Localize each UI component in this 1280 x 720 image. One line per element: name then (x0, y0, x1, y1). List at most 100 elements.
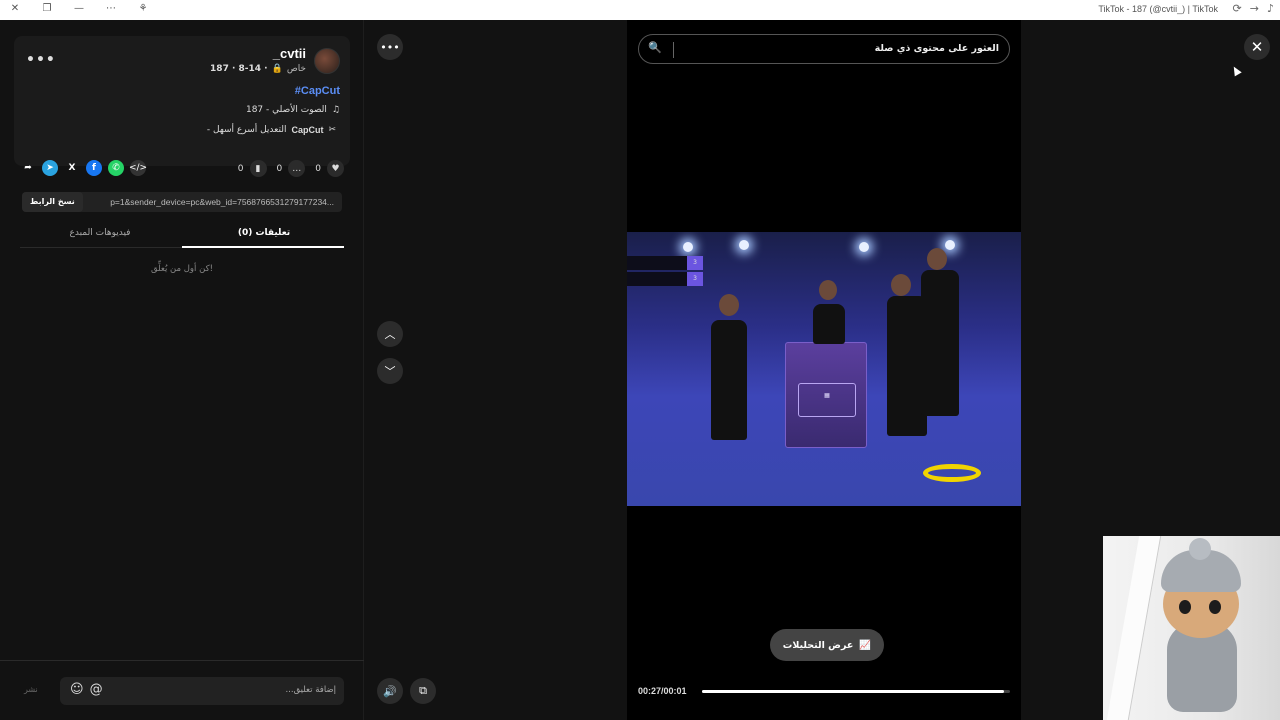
analytics-icon: 📈 (859, 639, 872, 651)
hashtag-link[interactable]: #CapCut (295, 85, 340, 97)
person-figure (711, 320, 747, 440)
username[interactable]: _cvtii (273, 46, 306, 61)
person-head (891, 274, 911, 296)
post-comment-button[interactable]: نشر (24, 685, 38, 694)
video-frame[interactable]: 3 3 ▦ (627, 232, 1021, 506)
save-group[interactable]: 0 ▮ (238, 160, 267, 177)
stage-light (945, 240, 955, 250)
desk-logo: ▦ (798, 383, 856, 417)
search-icon[interactable]: 🔍 (648, 41, 664, 57)
more-icon[interactable]: ⋯ (104, 3, 118, 14)
floor-ring (923, 464, 981, 482)
embed-icon[interactable]: </> (129, 160, 147, 176)
share-url[interactable]: p=1&sender_device=pc&web_id=756876653127… (83, 197, 342, 207)
share-arrow-icon[interactable]: ➦ (20, 160, 36, 176)
more-options-button[interactable]: ••• (26, 52, 56, 68)
post-details-panel: _cvtii 187 · 8-14 · 🔒 خاص ••• #CapCut ال… (0, 20, 364, 720)
person-head (719, 294, 739, 316)
comment-count: 0 (276, 163, 283, 174)
cat-eye (1209, 600, 1221, 614)
window-title: TikTok - 187 (@cvtii_) | TikTok (1098, 4, 1218, 14)
tiktok-icon: ♪ (1266, 2, 1274, 15)
facebook-icon[interactable]: f (86, 160, 102, 176)
heart-icon[interactable]: ♥ (327, 160, 344, 177)
scoreboard-row: 3 (627, 256, 703, 270)
mention-icon[interactable]: @ (90, 682, 103, 697)
volume-icon[interactable]: 🔊 (377, 678, 403, 704)
webcam-overlay (1103, 536, 1280, 720)
stage-light (859, 242, 869, 252)
miniplayer-icon[interactable]: ⧉ (410, 678, 436, 704)
share-icons: ➦ ➤ X f ✆ </> (20, 160, 147, 176)
browser-titlebar: ✕ ❐ — ⋯ ⚘ TikTok - 187 (@cvtii_) | TikTo… (0, 0, 1280, 20)
restore-icon[interactable]: ❐ (40, 3, 54, 14)
whatsapp-icon[interactable]: ✆ (108, 160, 124, 176)
capcut-link[interactable]: - التعديل أسرع أسهل CapCut ✂ (207, 125, 336, 135)
forward-icon[interactable]: → (1250, 2, 1259, 15)
scoreboard-tag: 3 (687, 272, 703, 286)
tab-creator-videos[interactable]: فيديوهات المبدع (20, 228, 180, 238)
like-count: 0 (315, 163, 321, 174)
search-divider (673, 42, 674, 58)
engagement-stats: 0 ▮ 0 … 0 ♥ (238, 160, 344, 177)
more-menu-button[interactable]: ••• (377, 34, 403, 60)
bookmark-icon[interactable]: ▮ (249, 160, 267, 177)
tabs: فيديوهات المبدع (0) تعليقات (20, 224, 344, 248)
stage-light (683, 242, 693, 252)
scoreboard-tag: 3 (687, 256, 703, 270)
close-icon[interactable]: ✕ (1244, 34, 1270, 60)
progress-bar[interactable] (702, 690, 1010, 693)
search-query: العثور على محتوى ذي صلة (874, 43, 999, 54)
search-bar[interactable]: 🔍 العثور على محتوى ذي صلة (638, 34, 1010, 64)
refresh-icon[interactable]: ⟳ (1233, 2, 1242, 15)
video-player: 🔍 العثور على محتوى ذي صلة 3 3 ▦ عرض التح… (627, 20, 1021, 720)
post-info-card: _cvtii 187 · 8-14 · 🔒 خاص ••• #CapCut ال… (14, 36, 350, 166)
next-video-button[interactable]: ﹀ (377, 358, 403, 384)
previous-video-button[interactable]: ︿ (377, 321, 403, 347)
mouse-cursor (1230, 64, 1242, 77)
capcut-text: - التعديل أسرع أسهل (206, 125, 287, 135)
empty-comments-message: كن أول من يُعلِّق! (150, 264, 214, 274)
comment-input[interactable]: ☺ @ ...إضافة تعليق (60, 677, 344, 705)
avatar[interactable] (314, 48, 340, 74)
emoji-icon[interactable]: ☺ (70, 682, 84, 697)
extension-icon[interactable]: ⚘ (136, 3, 150, 14)
comment-input-icons: ☺ @ (70, 682, 103, 697)
minimize-icon[interactable]: — (72, 3, 86, 14)
active-tab-indicator (182, 246, 344, 248)
person-figure (921, 270, 959, 416)
person-head (819, 280, 837, 300)
titlebar-right: ⟳ → ♪ (1233, 2, 1274, 15)
titlebar-controls: ✕ ❐ — ⋯ ⚘ (8, 3, 150, 14)
close-icon[interactable]: ✕ (8, 3, 22, 14)
music-note-icon: ♫ (331, 105, 340, 115)
player-side-controls: ••• ︿ ﹀ 🔊 ⧉ (364, 20, 627, 720)
save-count: 0 (237, 163, 244, 174)
tab-comments[interactable]: (0) تعليقات (184, 228, 344, 238)
music-link[interactable]: الصوت الأصلي - 187 ♫ (246, 105, 340, 115)
like-group[interactable]: 0 ♥ (315, 160, 344, 177)
music-label: الصوت الأصلي - 187 (245, 105, 327, 115)
person-figure (813, 304, 845, 344)
copy-link-button[interactable]: نسخ الرابط (22, 192, 83, 212)
telegram-icon[interactable]: ➤ (42, 160, 58, 176)
lock-icon: 🔒 (271, 64, 283, 74)
comment-group[interactable]: 0 … (277, 160, 306, 177)
post-date: 187 · 8-14 · (210, 64, 268, 74)
x-icon[interactable]: X (64, 160, 80, 176)
view-analytics-button[interactable]: عرض التحليلات 📈 (770, 629, 884, 661)
comment-placeholder: ...إضافة تعليق (285, 685, 336, 695)
scoreboard-row: 3 (627, 272, 703, 286)
capcut-brand: CapCut (291, 125, 324, 135)
action-row: ➦ ➤ X f ✆ </> 0 ▮ 0 … 0 ♥ (20, 160, 344, 180)
scoreboard-overlay: 3 3 (627, 256, 703, 286)
comment-bar: نشر ☺ @ ...إضافة تعليق (0, 660, 364, 720)
comment-icon[interactable]: … (288, 160, 306, 177)
link-row: نسخ الرابط p=1&sender_device=pc&web_id=7… (22, 192, 342, 212)
cat-hat-pompom (1189, 538, 1211, 560)
capcut-icon: ✂ (328, 125, 336, 135)
privacy-label: خاص (286, 64, 306, 74)
cat-eye (1179, 600, 1191, 614)
chair-leg (1106, 536, 1162, 720)
person-head (927, 248, 947, 270)
